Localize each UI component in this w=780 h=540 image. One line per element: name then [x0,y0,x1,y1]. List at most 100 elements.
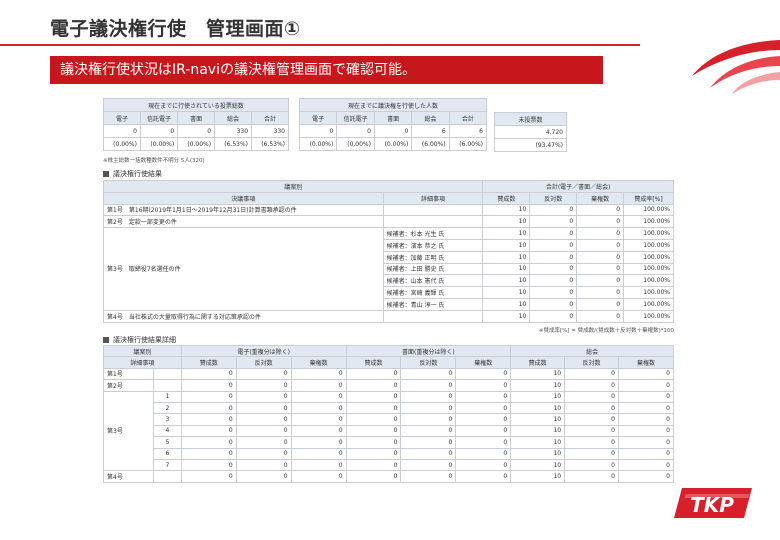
value-cell: 0 [235,436,292,449]
approval-rate-formula-note: ※賛成率[%] = 賛成数/(賛成数＋反対数＋棄権数)*100 [538,328,674,334]
proposal-no-cell: 第2号 [103,379,154,392]
table-title: 現在までに行使されている投票総数 [103,98,289,112]
tkp-logo: TKP [674,488,752,518]
count-cell: 330 [214,124,253,138]
proposal-no-cell: 第3号 [103,390,154,472]
value-cell: 10 [510,390,566,403]
column-header: 棄権数 [455,356,512,369]
percent-cell: (0.00%) [336,137,375,151]
voting-detail-table: 議案別 電子(重複分は除く) 書面(重複分は除く) 総会 詳細事項 賛成数 反対… [103,344,674,483]
value-cell: 0 [180,447,237,460]
against-cell: 0 [529,286,578,299]
detail-cell: 候補者：加藤 正明 氏 [382,250,484,264]
value-cell: 0 [564,424,619,438]
for-cell: 10 [482,274,531,288]
percent-cell: (6.00%) [448,137,488,151]
value-cell: 0 [345,424,402,438]
count-cell: 0 [373,124,413,138]
value-cell: 0 [618,379,674,392]
proposal-no-cell: 第1号 [103,367,154,381]
value-cell: 0 [180,436,237,449]
count-cell: 0 [139,124,179,138]
group-header: 電子(重複分は除く) [180,344,347,358]
against-cell: 0 [529,297,578,311]
value-cell: 0 [290,413,347,426]
abstain-cell: 0 [576,262,625,276]
value-cell: 0 [345,447,402,460]
table-row: 第1号 第16期(2019年1月1日～2019年12月31日)計算書類承認の件 … [103,203,674,217]
abstain-cell: 0 [576,274,625,288]
table-row: 第4号 当社株式の大量取得行為に関する対応策承認の件 10 0 0 100.00… [103,309,674,323]
column-header: 詳細事項 [382,191,484,205]
percent-cell: (0.00%) [373,137,413,151]
percent-cell: (0.00%) [139,137,179,151]
rate-cell: 100.00% [623,274,674,288]
proposal-cell: 第4号 当社株式の大量取得行為に関する対応策承認の件 [103,309,384,323]
against-cell: 0 [529,309,578,323]
unvoted-summary-table: 未投票数 4,720 (93.47%) [494,112,567,152]
against-cell: 0 [529,203,578,217]
value-cell: 10 [510,470,566,483]
abstain-cell: 0 [576,227,625,240]
table-title: 現在までに議決権を行使した人数 [299,98,487,112]
value-cell: 0 [345,470,402,483]
value-cell: 0 [290,458,347,472]
rate-cell: 100.00% [623,309,674,323]
value-cell: 0 [235,447,292,460]
detail-cell: 候補者：宮崎 義輝 氏 [382,286,484,299]
value-cell: 0 [400,413,457,426]
column-header: 電子 [298,111,338,125]
value-cell: 0 [345,379,402,392]
sub-item-cell [152,470,182,483]
percent-cell: (6.53%) [214,137,253,151]
sub-item-cell: 2 [152,401,182,415]
square-bullet-icon [103,171,109,177]
rate-cell: 100.00% [623,262,674,276]
column-header: 賛成数 [180,356,237,369]
value-cell: 0 [290,470,347,483]
sub-item-cell: 3 [152,413,182,426]
value-cell: 0 [400,367,457,381]
for-cell: 10 [482,227,531,240]
percent-cell: (0.00%) [103,137,141,151]
abstain-cell: 0 [576,203,625,217]
column-header: 書面 [373,111,413,125]
detail-cell: 候補者：濱本 恭之 氏 [382,238,484,252]
value-cell: 0 [455,424,512,438]
sub-item-cell: 5 [152,436,182,449]
column-header: 棄権数 [576,191,625,205]
against-cell: 0 [529,274,578,288]
value-cell: 0 [564,470,619,483]
detail-cell: 候補者：山本 憲代 氏 [382,274,484,288]
against-cell: 0 [529,215,578,229]
for-cell: 10 [482,309,531,323]
value-cell: 0 [290,424,347,438]
group-header: 書面(重複分は除く) [345,344,512,358]
count-cell: 6 [411,124,450,138]
table-row: 3 0 0 0 0 0 0 10 0 0 [104,413,674,426]
table-row: 5 0 0 0 0 0 0 10 0 0 [104,436,674,449]
count-cell: 330 [251,124,289,138]
value-cell: 0 [180,379,237,392]
rate-cell: 100.00% [623,215,674,229]
value-cell: 0 [400,447,457,460]
value-cell: 0 [180,401,237,415]
value-cell: 0 [235,458,292,472]
value-cell: 0 [564,458,619,472]
column-header: 賛成数 [482,191,531,205]
detail-cell: 候補者：上田 勝史 氏 [382,262,484,276]
table-row: 6 0 0 0 0 0 0 10 0 0 [104,447,674,460]
rate-cell: 100.00% [623,297,674,311]
for-cell: 10 [482,238,531,252]
value-cell: 0 [345,458,402,472]
percent-cell: (0.00%) [177,137,216,151]
value-cell: 10 [510,436,566,449]
value-cell: 0 [400,436,457,449]
group-header: 合計(電子／書面／総会) [482,180,674,193]
value-cell: 0 [455,367,512,381]
value-cell: 0 [400,390,457,403]
table-row: 第4号 0 0 0 0 0 0 10 0 0 [103,470,674,483]
proposal-no-cell: 第4号 [103,470,154,483]
value-cell: 0 [618,401,674,415]
table-row: 4 0 0 0 0 0 0 10 0 0 [104,424,674,438]
